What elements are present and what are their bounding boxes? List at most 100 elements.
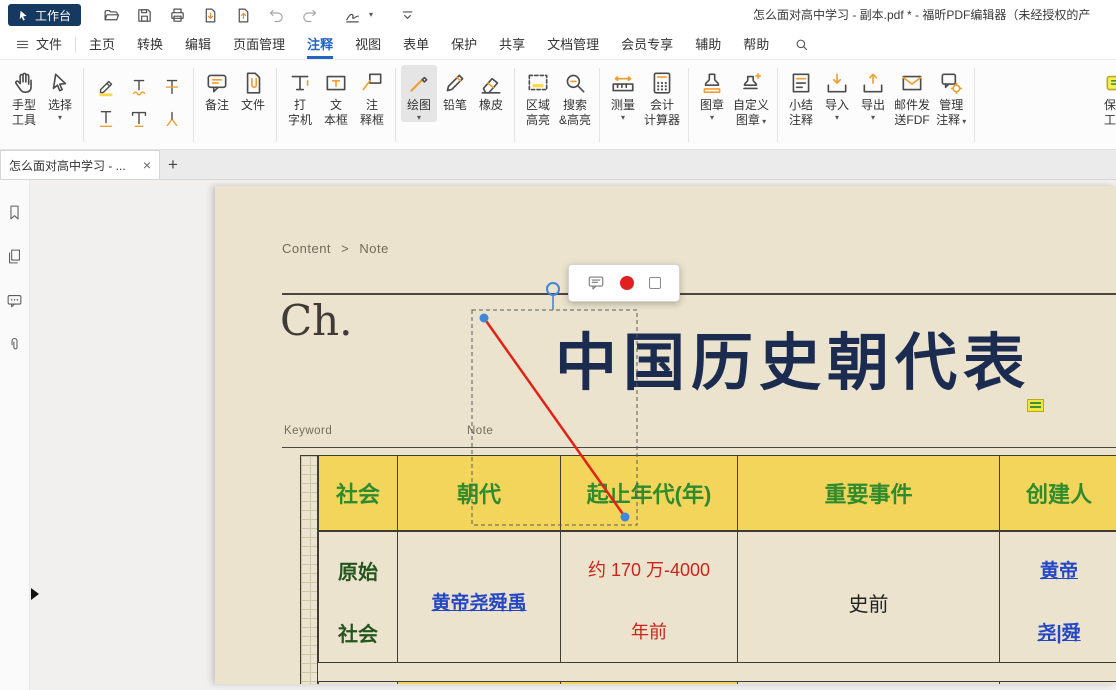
undo-icon[interactable] [263, 3, 290, 27]
eraser-icon [478, 68, 504, 98]
fill-color-swatch[interactable] [649, 277, 661, 289]
export-doc-icon[interactable] [197, 3, 224, 27]
founder-link[interactable]: 尧|舜 [1000, 618, 1116, 645]
ribbon-button-highlight[interactable] [92, 73, 119, 100]
ribbon-button-file-attachment[interactable]: 文件 [235, 65, 271, 113]
chapter-heading: Ch. [280, 296, 353, 345]
cursor-icon [18, 9, 30, 21]
document-canvas[interactable]: Content > Note Ch. 中国历史朝代表 Keyword Note … [30, 180, 1116, 690]
customize-toolbar-icon[interactable] [394, 3, 421, 27]
menu-item-form[interactable]: 表单 [392, 30, 440, 60]
title-bar: 工作台 ▾ 怎么面对高中学习 - 副本.pdf * - 福昕PDF编辑器（未经授… [0, 0, 1116, 30]
ribbon-button-search-highlight[interactable]: 搜索 &高亮 [556, 65, 594, 128]
ribbon: 手型 工具 选择 ▾ 备注 文件 打 字机 [0, 60, 1116, 150]
measure-ruler-icon [610, 68, 636, 98]
add-comment-icon[interactable] [587, 274, 605, 292]
ribbon-button-insert-text[interactable] [158, 105, 185, 132]
ribbon-button-draw[interactable]: 绘图 ▾ [401, 65, 437, 122]
ribbon-button-import-comments[interactable]: 导入 ▾ [819, 65, 855, 122]
annotation-endpoint-handle[interactable] [480, 314, 489, 323]
ribbon-button-note[interactable]: 备注 [199, 65, 235, 113]
chevron-down-icon: ▾ [58, 114, 62, 122]
menu-item-assist[interactable]: 辅助 [684, 30, 732, 60]
ribbon-divider [777, 68, 778, 142]
ribbon-button-strikeout[interactable] [158, 73, 185, 100]
ribbon-button-manage-comments[interactable]: 管理 注释 ▾ [933, 65, 969, 128]
menu-item-page-management[interactable]: 页面管理 [222, 30, 296, 60]
search-icon[interactable] [794, 37, 809, 52]
squiggly-text-icon [128, 76, 150, 98]
ribbon-button-measure[interactable]: 测量 ▾ [605, 65, 641, 122]
underline-text-icon [95, 108, 117, 130]
close-tab-icon[interactable]: × [143, 158, 151, 172]
ribbon-divider [83, 68, 84, 142]
chevron-down-icon: ▾ [871, 114, 875, 122]
workbench-button[interactable]: 工作台 [8, 4, 81, 26]
ribbon-button-underline[interactable] [92, 105, 119, 132]
divider [282, 293, 1116, 295]
breadcrumb: Content > Note [282, 241, 389, 256]
select-cursor-icon [47, 68, 73, 98]
chevron-down-icon[interactable]: ▾ [369, 11, 373, 19]
quick-sign-tool-icon[interactable] [339, 3, 366, 27]
bookmarks-panel-icon[interactable] [6, 204, 23, 221]
menu-item-document-management[interactable]: 文档管理 [536, 30, 610, 60]
add-tab-icon[interactable]: + [160, 150, 186, 179]
menu-item-home[interactable]: 主页 [78, 30, 126, 60]
attachments-panel-icon[interactable] [6, 336, 23, 353]
eraser-label: 橡皮 [479, 98, 503, 113]
menu-item-edit[interactable]: 编辑 [174, 30, 222, 60]
menu-item-protect[interactable]: 保护 [440, 30, 488, 60]
menu-item-comment[interactable]: 注释 [296, 30, 344, 60]
ribbon-button-keep-tool[interactable]: 保持 工具 [1098, 65, 1116, 128]
pdf-page: Content > Note Ch. 中国历史朝代表 Keyword Note … [215, 186, 1116, 684]
ribbon-button-summary-comments[interactable]: 小结 注释 [783, 65, 819, 128]
ribbon-button-custom-stamp[interactable]: 自定义 图章 ▾ [730, 65, 772, 128]
table-cell-dynasty: 黄帝尧舜禹 [397, 531, 561, 663]
manage-comments-label: 管理 [939, 98, 963, 113]
ribbon-button-replace-text[interactable] [125, 105, 152, 132]
table-next-row-cell [560, 681, 738, 684]
table-cell-founder: 黄帝 尧|舜 [999, 531, 1116, 663]
menu-item-share[interactable]: 共享 [488, 30, 536, 60]
ribbon-button-typewriter[interactable]: 打 字机 [282, 65, 318, 128]
share-doc-icon[interactable] [230, 3, 257, 27]
menu-item-view[interactable]: 视图 [344, 30, 392, 60]
comments-panel-icon[interactable] [6, 292, 23, 309]
note-annotation-icon[interactable] [1027, 399, 1044, 412]
ribbon-button-eraser[interactable]: 橡皮 [473, 65, 509, 113]
ribbon-button-export-comments[interactable]: 导出 ▾ [855, 65, 891, 122]
document-tab-bar: 怎么面对高中学习 - ... × + [0, 150, 1116, 180]
email-fdf-label: 邮件发 [894, 98, 930, 113]
open-file-icon[interactable] [98, 3, 125, 27]
panel-expand-handle[interactable] [31, 588, 39, 600]
ribbon-button-textbox[interactable]: 文 本框 [318, 65, 354, 128]
redo-icon[interactable] [296, 3, 323, 27]
dynasty-link[interactable]: 黄帝尧舜禹 [398, 588, 560, 615]
table-cell-society: 原始 社会 [318, 531, 398, 663]
menu-item-convert[interactable]: 转换 [126, 30, 174, 60]
ribbon-button-hand-tool[interactable]: 手型 工具 [6, 65, 42, 128]
line-color-swatch[interactable] [620, 276, 634, 290]
document-tab[interactable]: 怎么面对高中学习 - ... × [0, 150, 160, 179]
area-highlight-label: 高亮 [526, 113, 550, 128]
ribbon-button-email-fdf[interactable]: 邮件发 送FDF [891, 65, 933, 128]
founder-link[interactable]: 黄帝 [1000, 556, 1116, 583]
textbox-label: 文 [330, 98, 342, 113]
ribbon-button-callout[interactable]: 注 释框 [354, 65, 390, 128]
ribbon-button-area-highlight[interactable]: 区域 高亮 [520, 65, 556, 128]
ribbon-button-stamp[interactable]: 图章 ▾ [694, 65, 730, 122]
textbox-label: 本框 [324, 113, 348, 128]
ribbon-button-pencil[interactable]: 铅笔 [437, 65, 473, 113]
save-icon[interactable] [131, 3, 158, 27]
pages-panel-icon[interactable] [6, 248, 23, 265]
ribbon-button-squiggly-underline[interactable] [125, 73, 152, 100]
ribbon-button-select[interactable]: 选择 ▾ [42, 65, 78, 122]
cell-text: 史前 [738, 588, 999, 617]
cell-text: 约 170 万-4000 [561, 556, 737, 582]
menu-item-file[interactable]: 文件 [4, 30, 73, 60]
print-icon[interactable] [164, 3, 191, 27]
menu-item-member-exclusive[interactable]: 会员专享 [610, 30, 684, 60]
ribbon-button-calculator[interactable]: 会计 计算器 [641, 65, 683, 128]
menu-item-help[interactable]: 帮助 [732, 30, 780, 60]
